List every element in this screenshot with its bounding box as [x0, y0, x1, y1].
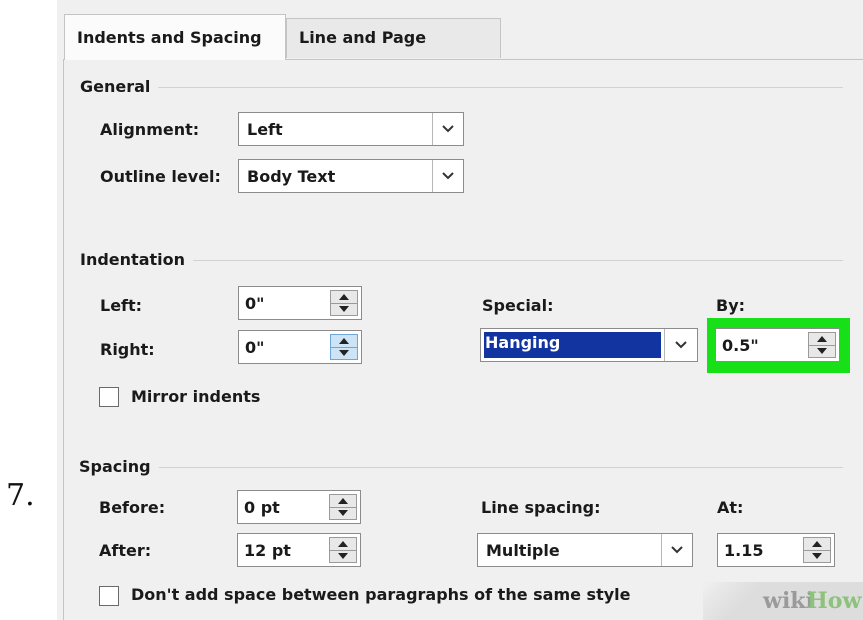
alignment-value: Left [247, 120, 283, 139]
spinner-buttons[interactable] [808, 332, 836, 358]
arrow-down-icon[interactable] [330, 507, 356, 519]
right-indent-spinner[interactable]: 0" [238, 330, 362, 364]
spinner-buttons[interactable] [329, 494, 357, 520]
outline-level-value: Body Text [247, 167, 336, 186]
alignment-dropdown[interactable]: Left [238, 112, 464, 146]
line-spacing-dropdown[interactable]: Multiple [477, 533, 693, 567]
paragraph-dialog: Indents and Spacing Line and Page Breaks… [57, 0, 863, 620]
special-dropdown[interactable]: Hanging [480, 328, 698, 362]
arrow-down-icon[interactable] [331, 303, 357, 315]
outline-level-label: Outline level: [100, 167, 221, 186]
tab-line-and-page-breaks[interactable]: Line and Page Breaks [286, 18, 501, 85]
mirror-indents-checkbox[interactable] [99, 387, 119, 407]
before-spinner[interactable]: 0 pt [237, 490, 361, 524]
arrow-down-icon[interactable] [809, 345, 835, 357]
chevron-down-icon[interactable] [432, 113, 463, 145]
after-spinner[interactable]: 12 pt [237, 533, 361, 567]
step-number: 7. [6, 478, 35, 513]
chevron-down-icon[interactable] [661, 534, 692, 566]
arrow-down-icon[interactable] [330, 550, 356, 562]
spinner-buttons[interactable] [330, 290, 358, 316]
before-label: Before: [99, 498, 166, 517]
line-spacing-value: Multiple [486, 541, 560, 560]
dont-add-space-label: Don't add space between paragraphs of th… [131, 585, 631, 604]
indentation-divider [80, 260, 843, 261]
spinner-buttons[interactable] [330, 334, 358, 360]
spinner-buttons[interactable] [329, 537, 357, 563]
arrow-down-icon[interactable] [331, 347, 357, 359]
by-spinner[interactable]: 0.5" [715, 328, 840, 362]
at-spinner[interactable]: 1.15 [717, 533, 835, 567]
mirror-indents-label: Mirror indents [131, 387, 261, 406]
tab-indents-and-spacing[interactable]: Indents and Spacing [64, 14, 286, 60]
general-divider [80, 87, 843, 88]
left-indent-value: 0" [245, 294, 265, 313]
spacing-section-title: Spacing [79, 457, 159, 476]
left-indent-spinner[interactable]: 0" [238, 286, 362, 320]
after-value: 12 pt [244, 541, 291, 560]
dont-add-space-checkbox[interactable] [99, 586, 119, 606]
tab-strip: Indents and Spacing Line and Page Breaks [57, 0, 863, 85]
right-indent-label: Right: [100, 340, 155, 359]
left-indent-label: Left: [100, 296, 143, 315]
spacing-divider [79, 467, 843, 468]
at-value: 1.15 [724, 541, 764, 560]
right-indent-value: 0" [245, 338, 265, 357]
line-spacing-label: Line spacing: [481, 498, 601, 517]
chevron-down-icon[interactable] [432, 160, 463, 192]
at-label: At: [717, 498, 744, 517]
watermark-how: How [807, 588, 862, 614]
alignment-label: Alignment: [100, 120, 200, 139]
spinner-buttons[interactable] [803, 537, 831, 563]
arrow-down-icon[interactable] [804, 550, 830, 562]
by-label: By: [716, 296, 746, 315]
special-label: Special: [482, 296, 554, 315]
indentation-section-title: Indentation [80, 250, 193, 269]
by-value: 0.5" [722, 336, 759, 355]
chevron-down-icon[interactable] [664, 329, 697, 361]
wikihow-watermark: wiki How [703, 582, 863, 620]
special-value: Hanging [485, 333, 561, 352]
general-section-title: General [80, 77, 159, 96]
outline-level-dropdown[interactable]: Body Text [238, 159, 464, 193]
after-label: After: [99, 541, 152, 560]
before-value: 0 pt [244, 498, 280, 517]
